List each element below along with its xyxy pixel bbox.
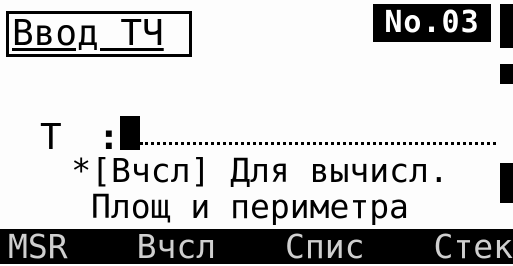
status-indicator-middle — [500, 64, 513, 84]
hint-line-2: Площ и периметра — [91, 187, 409, 226]
softkey-msr[interactable]: MSR — [8, 229, 68, 264]
screen-title-text: Ввод ТЧ — [12, 13, 164, 54]
instrument-screen: Ввод ТЧ No.03 Т : *[Вчсл] Для вычисл. Пл… — [0, 0, 513, 264]
hint-line-1: *[Вчсл] Для вычисл. — [71, 151, 449, 190]
text-cursor[interactable] — [120, 116, 140, 150]
softkey-bar: MSR Вчсл Спис Стек — [0, 229, 513, 264]
point-input-field[interactable] — [140, 142, 496, 145]
status-indicator-top — [500, 4, 513, 48]
softkey-stack[interactable]: Стек — [433, 229, 512, 264]
softkey-list[interactable]: Спис — [285, 229, 364, 264]
softkey-calc[interactable]: Вчсл — [137, 229, 216, 264]
screen-title: Ввод ТЧ — [6, 11, 192, 57]
point-number-badge: No.03 — [373, 4, 491, 42]
